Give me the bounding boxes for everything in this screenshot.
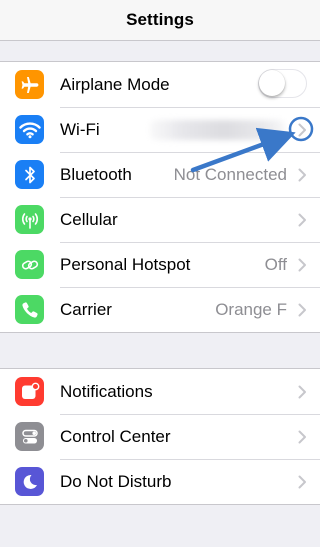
control-center-row[interactable]: Control Center xyxy=(0,414,320,459)
airplane-mode-toggle[interactable] xyxy=(258,69,307,98)
hotspot-icon xyxy=(15,250,44,279)
chevron-right-icon xyxy=(298,258,306,272)
wifi-network-name-blurred xyxy=(150,120,285,140)
wifi-icon xyxy=(15,115,44,144)
carrier-value: Orange F xyxy=(215,300,287,319)
chevron-right-icon xyxy=(298,475,306,489)
notifications-row[interactable]: Notifications xyxy=(0,369,320,414)
phone-icon xyxy=(15,295,44,324)
chevron-right-icon[interactable] xyxy=(298,123,307,137)
notifications-icon xyxy=(15,377,44,406)
wifi-row[interactable]: Wi-Fi xyxy=(0,107,320,152)
do-not-disturb-row[interactable]: Do Not Disturb xyxy=(0,459,320,504)
personal-hotspot-row[interactable]: Personal Hotspot Off xyxy=(0,242,320,287)
control-center-label: Control Center xyxy=(60,427,171,446)
toggle-knob xyxy=(259,70,285,96)
page-title: Settings xyxy=(126,10,194,29)
notifications-label: Notifications xyxy=(60,382,153,401)
wifi-label: Wi-Fi xyxy=(60,120,100,139)
airplane-icon xyxy=(15,70,44,99)
carrier-row[interactable]: Carrier Orange F xyxy=(0,287,320,332)
bluetooth-status: Not Connected xyxy=(173,165,287,184)
connectivity-group: Airplane Mode Wi-Fi Bluetooth Not Connec… xyxy=(0,61,320,333)
cellular-row[interactable]: Cellular xyxy=(0,197,320,242)
bluetooth-row[interactable]: Bluetooth Not Connected xyxy=(0,152,320,197)
personal-hotspot-status: Off xyxy=(264,255,287,274)
chevron-right-icon xyxy=(298,168,306,182)
moon-icon xyxy=(15,467,44,496)
cellular-icon xyxy=(15,205,44,234)
chevron-right-icon xyxy=(298,385,306,399)
bluetooth-icon xyxy=(15,160,44,189)
system-group: Notifications Control Center Do Not Dist… xyxy=(0,368,320,505)
carrier-label: Carrier xyxy=(60,300,112,319)
personal-hotspot-label: Personal Hotspot xyxy=(60,255,191,274)
control-center-icon xyxy=(15,422,44,451)
airplane-mode-label: Airplane Mode xyxy=(60,75,170,94)
do-not-disturb-label: Do Not Disturb xyxy=(60,472,172,491)
cellular-label: Cellular xyxy=(60,210,118,229)
airplane-mode-row: Airplane Mode xyxy=(0,62,320,107)
chevron-right-icon xyxy=(298,213,306,227)
navigation-bar: Settings xyxy=(0,0,320,41)
chevron-right-icon xyxy=(298,430,306,444)
bluetooth-label: Bluetooth xyxy=(60,165,132,184)
chevron-right-icon xyxy=(298,303,306,317)
